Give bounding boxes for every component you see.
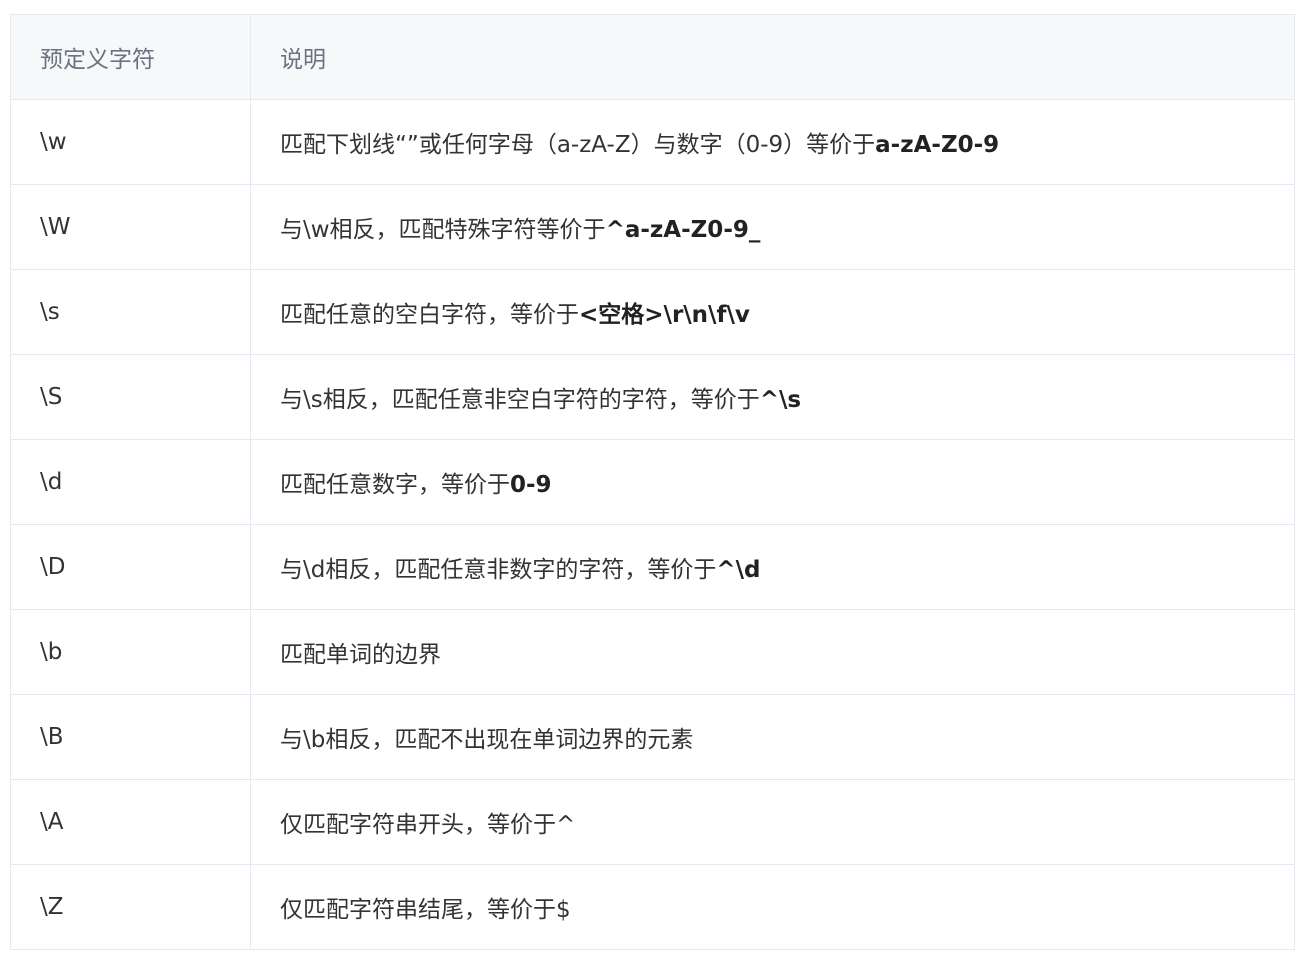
- table-row: \D 与\d相反，匹配任意非数字的字符，等价于^\d: [10, 524, 1295, 610]
- table-body: \w 匹配下划线“”或任何字母（a-zA-Z）与数字（0-9）等价于a-zA-Z…: [10, 99, 1295, 950]
- char-cell: \w: [10, 99, 251, 185]
- description-text: 与\s相反，匹配任意非空白字符的字符，等价于: [280, 387, 760, 413]
- table-row: \s 匹配任意的空白字符，等价于<空格>\r\n\f\v: [10, 269, 1295, 355]
- regex-table-container: 预定义字符 说明 \w 匹配下划线“”或任何字母（a-zA-Z）与数字（0-9）…: [10, 14, 1295, 950]
- description-text: 匹配单词的边界: [280, 642, 441, 668]
- description-cell: 匹配下划线“”或任何字母（a-zA-Z）与数字（0-9）等价于a-zA-Z0-9: [250, 99, 1295, 185]
- equivalent-pattern: <空格>\r\n\f\v: [579, 302, 750, 328]
- description-text: 与\d相反，匹配任意非数字的字符，等价于: [280, 557, 717, 583]
- description-text: 仅匹配字符串开头，等价于^: [280, 812, 576, 838]
- description-cell: 匹配任意数字，等价于0-9: [250, 439, 1295, 525]
- char-cell: \Z: [10, 864, 251, 950]
- header-predefined-character: 预定义字符: [10, 14, 251, 100]
- equivalent-pattern: 0-9: [510, 472, 552, 498]
- description-cell: 匹配单词的边界: [250, 609, 1295, 695]
- char-cell: \b: [10, 609, 251, 695]
- description-cell: 与\b相反，匹配不出现在单词边界的元素: [250, 694, 1295, 780]
- description-text: 匹配任意的空白字符，等价于: [280, 302, 579, 328]
- description-cell: 与\w相反，匹配特殊字符等价于^a-zA-Z0-9_: [250, 184, 1295, 270]
- description-text: 与\w相反，匹配特殊字符等价于: [280, 217, 606, 243]
- char-cell: \d: [10, 439, 251, 525]
- table-row: \B 与\b相反，匹配不出现在单词边界的元素: [10, 694, 1295, 780]
- char-cell: \W: [10, 184, 251, 270]
- description-cell: 匹配任意的空白字符，等价于<空格>\r\n\f\v: [250, 269, 1295, 355]
- table-row: \Z 仅匹配字符串结尾，等价于$: [10, 864, 1295, 950]
- description-cell: 仅匹配字符串开头，等价于^: [250, 779, 1295, 865]
- char-cell: \A: [10, 779, 251, 865]
- table-row: \w 匹配下划线“”或任何字母（a-zA-Z）与数字（0-9）等价于a-zA-Z…: [10, 99, 1295, 185]
- equivalent-pattern: ^\s: [759, 387, 802, 413]
- table-row: \b 匹配单词的边界: [10, 609, 1295, 695]
- table-header: 预定义字符 说明: [10, 14, 1295, 100]
- char-cell: \B: [10, 694, 251, 780]
- predefined-characters-table: 预定义字符 说明 \w 匹配下划线“”或任何字母（a-zA-Z）与数字（0-9）…: [10, 14, 1295, 950]
- equivalent-pattern: ^a-zA-Z0-9_: [605, 217, 761, 243]
- header-row: 预定义字符 说明: [10, 14, 1295, 100]
- table-row: \S 与\s相反，匹配任意非空白字符的字符，等价于^\s: [10, 354, 1295, 440]
- description-cell: 与\d相反，匹配任意非数字的字符，等价于^\d: [250, 524, 1295, 610]
- char-cell: \s: [10, 269, 251, 355]
- char-cell: \D: [10, 524, 251, 610]
- table-row: \d 匹配任意数字，等价于0-9: [10, 439, 1295, 525]
- description-text: 匹配下划线“”或任何字母（a-zA-Z）与数字（0-9）等价于: [280, 132, 876, 158]
- equivalent-pattern: a-zA-Z0-9: [875, 132, 1000, 158]
- table-row: \A 仅匹配字符串开头，等价于^: [10, 779, 1295, 865]
- equivalent-pattern: ^\d: [716, 557, 761, 583]
- description-text: 匹配任意数字，等价于: [280, 472, 510, 498]
- description-text: 与\b相反，匹配不出现在单词边界的元素: [280, 727, 694, 753]
- description-cell: 仅匹配字符串结尾，等价于$: [250, 864, 1295, 950]
- description-cell: 与\s相反，匹配任意非空白字符的字符，等价于^\s: [250, 354, 1295, 440]
- description-text: 仅匹配字符串结尾，等价于$: [280, 897, 571, 923]
- header-description: 说明: [250, 14, 1295, 100]
- char-cell: \S: [10, 354, 251, 440]
- table-row: \W 与\w相反，匹配特殊字符等价于^a-zA-Z0-9_: [10, 184, 1295, 270]
